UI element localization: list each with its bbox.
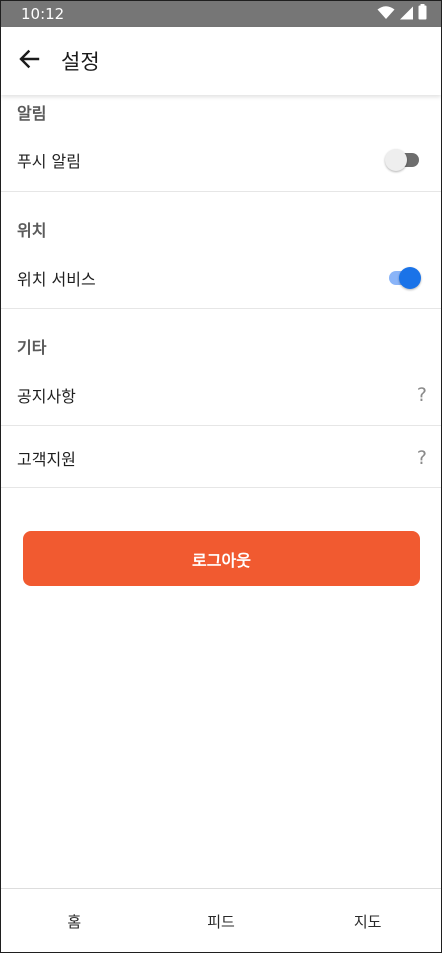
- status-time: 10:12: [21, 5, 65, 23]
- chevron-right-icon: ?: [416, 384, 427, 406]
- section-header-notifications: 알림: [17, 104, 47, 123]
- back-button[interactable]: [9, 41, 49, 81]
- location-service-toggle[interactable]: [385, 266, 421, 290]
- notice-label: 공지사항: [17, 387, 76, 406]
- divider: [1, 308, 441, 309]
- signal-icon: [399, 5, 414, 24]
- divider: [1, 425, 441, 426]
- nav-item-home[interactable]: 홈: [1, 889, 148, 952]
- toggle-thumb: [399, 267, 421, 289]
- toggle-thumb: [385, 149, 407, 171]
- push-notifications-label: 푸시 알림: [17, 152, 81, 171]
- status-icons: [377, 4, 427, 24]
- wifi-icon: [377, 5, 395, 24]
- row-notice[interactable]: 공지사항 ?: [1, 364, 441, 426]
- support-label: 고객지원: [17, 450, 76, 469]
- push-notifications-toggle[interactable]: [385, 148, 421, 172]
- section-header-location: 위치: [17, 221, 47, 240]
- divider: [1, 191, 441, 192]
- nav-item-feed[interactable]: 피드: [148, 889, 295, 952]
- row-support[interactable]: 고객지원 ?: [1, 427, 441, 489]
- divider: [1, 487, 441, 488]
- status-bar: 10:12: [1, 1, 441, 27]
- section-header-other: 기타: [17, 338, 47, 357]
- logout-button[interactable]: 로그아웃: [23, 531, 420, 586]
- location-service-label: 위치 서비스: [17, 270, 96, 289]
- row-push-notifications[interactable]: 푸시 알림: [1, 129, 441, 191]
- row-location-service[interactable]: 위치 서비스: [1, 247, 441, 309]
- arrow-left-icon: [18, 48, 40, 74]
- settings-screen: 10:12 설정 알림 푸시 알림 위치 위치 서비스 기타 공지사항 ? 고객…: [0, 0, 442, 953]
- app-bar: 설정: [1, 27, 441, 95]
- bottom-navigation: 홈 피드 지도: [1, 888, 441, 952]
- chevron-right-icon: ?: [416, 447, 427, 469]
- nav-item-map[interactable]: 지도: [294, 889, 441, 952]
- page-title: 설정: [61, 50, 100, 74]
- battery-icon: [418, 4, 427, 24]
